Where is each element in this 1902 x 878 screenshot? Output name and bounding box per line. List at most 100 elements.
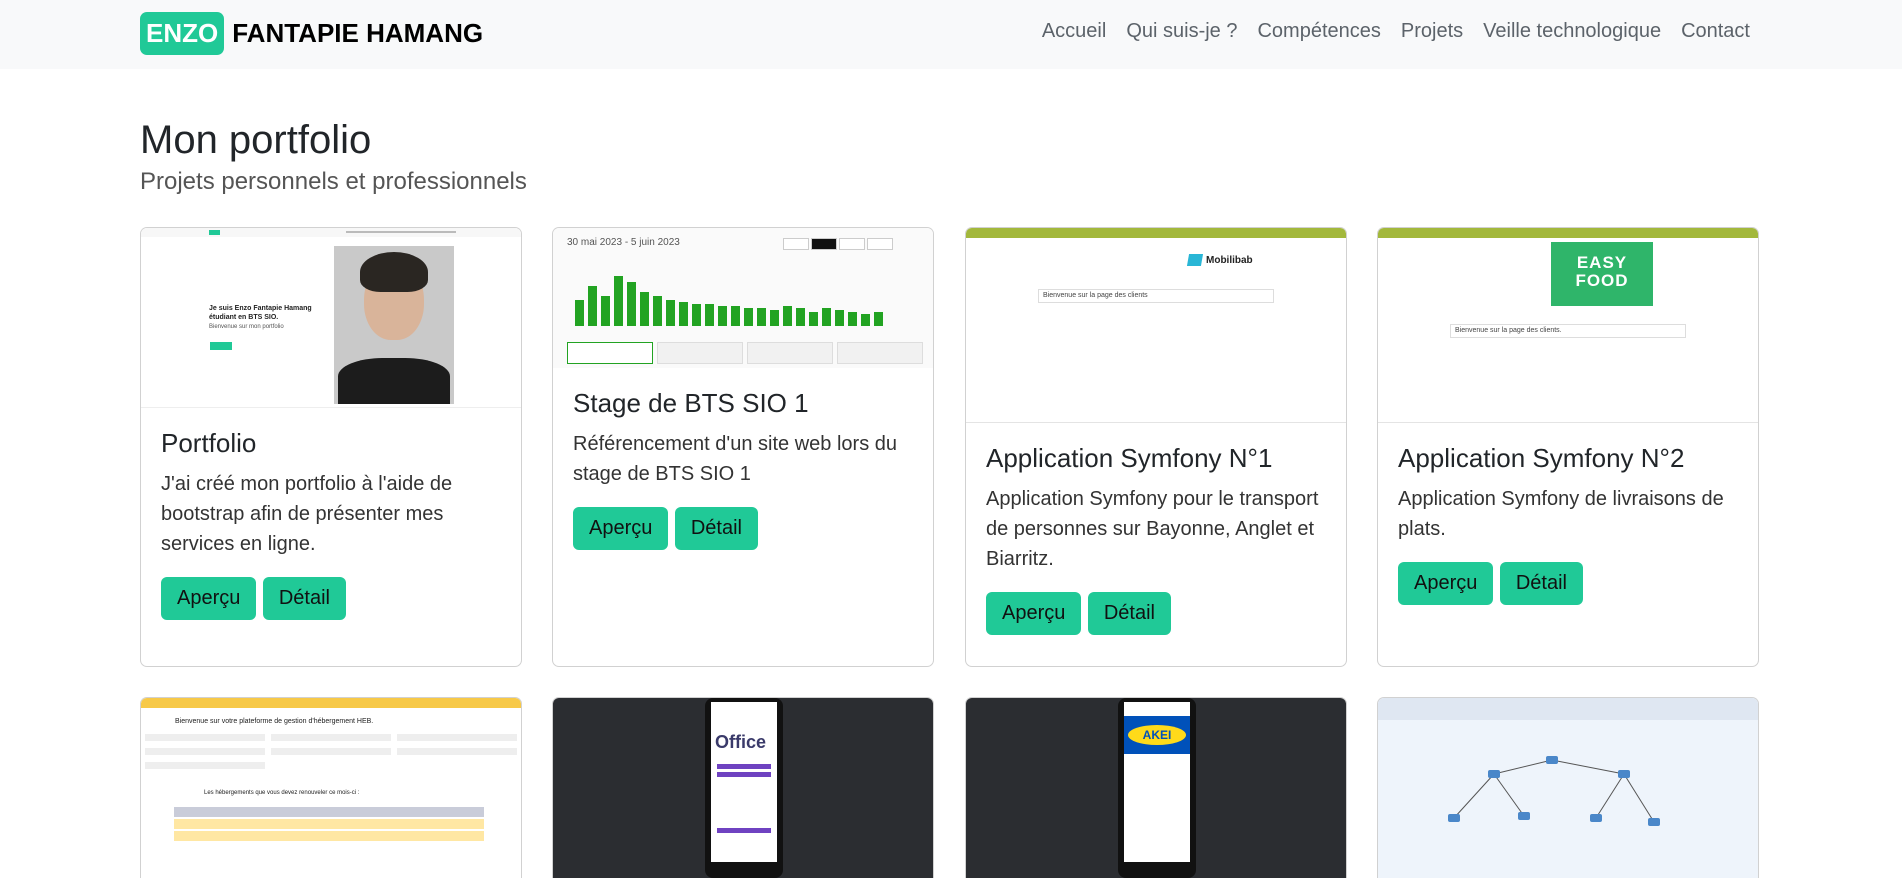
thumb-bar	[835, 310, 844, 326]
thumb-toolbar-button-active	[811, 238, 837, 250]
brand-logo[interactable]: ENZO FANTAPIE HAMANG	[140, 12, 483, 55]
thumb-bar	[588, 286, 597, 326]
thumb-navbar	[1378, 228, 1758, 238]
thumb-stat	[657, 342, 743, 364]
nav-link-competences[interactable]: Compétences	[1257, 20, 1380, 43]
thumb-brand	[209, 230, 220, 235]
thumb-bar	[692, 304, 701, 326]
thumb-bar	[653, 296, 662, 326]
thumb-subtitle: Les hébergements que vous devez renouvel…	[204, 790, 360, 796]
nav-link-veille[interactable]: Veille technologique	[1483, 20, 1661, 43]
thumb-bar	[601, 296, 610, 326]
thumb-bar	[717, 828, 771, 833]
thumb-stat	[567, 342, 653, 364]
thumb-cell	[397, 734, 517, 741]
brand-badge: ENZO	[140, 12, 225, 55]
thumb-bar	[744, 308, 753, 326]
thumb-headline: Je suis Enzo Fantapie Hamang étudiant en …	[209, 305, 312, 321]
easy-food-logo: EASY FOOD	[1551, 242, 1653, 306]
pc-icon	[1448, 814, 1460, 822]
apercu-button[interactable]: Aperçu	[1398, 562, 1494, 605]
detail-button[interactable]: Détail	[1087, 592, 1171, 635]
thumb-bar	[822, 308, 831, 326]
card-title: Application Symfony N°1	[986, 443, 1273, 473]
thumb-bar	[848, 312, 857, 326]
thumb-nav-links	[346, 231, 456, 233]
thumb-bar	[614, 276, 623, 326]
mobilibab-logo: Mobilibab	[1186, 254, 1253, 266]
thumb-bar	[874, 312, 883, 326]
thumb-navbar	[141, 698, 521, 708]
thumb-bar	[640, 292, 649, 326]
thumb-navbar	[966, 228, 1346, 238]
thumb-cell	[271, 748, 391, 755]
thumb-toolbar-button	[867, 238, 893, 250]
thumb-cell	[145, 762, 265, 769]
thumb-toolbar-button	[839, 238, 865, 250]
page-subtitle: Projets personnels et professionnels	[140, 168, 527, 195]
thumb-bar	[809, 312, 818, 326]
apercu-button[interactable]: Aperçu	[573, 507, 669, 550]
thumb-cell	[145, 748, 265, 755]
project-card-office: Office	[552, 697, 934, 878]
thumb-bar	[861, 314, 870, 326]
thumb-welcome-box: Bienvenue sur la page des clients.	[1450, 324, 1686, 338]
project-card-stage: 30 mai 2023 - 5 juin 2023 Stage de BTS S…	[552, 227, 934, 667]
thumb-title: Bienvenue sur votre plateforme de gestio…	[175, 718, 374, 725]
heb-thumbnail[interactable]: Bienvenue sur votre plateforme de gestio…	[141, 698, 521, 878]
mobilibab-thumbnail[interactable]: Mobilibab Bienvenue sur la page des clie…	[966, 228, 1346, 423]
detail-button[interactable]: Détail	[1499, 562, 1583, 605]
thumb-bar	[717, 764, 771, 769]
card-text: Application Symfony de livraisons de pla…	[1398, 488, 1724, 540]
thumb-bar	[731, 306, 740, 326]
office-thumbnail[interactable]: Office	[553, 698, 933, 878]
thumb-bar	[717, 772, 771, 777]
thumb-table-row	[174, 831, 484, 841]
thumb-stat	[747, 342, 833, 364]
nav-link-accueil[interactable]: Accueil	[1042, 20, 1106, 43]
apercu-button[interactable]: Aperçu	[161, 577, 257, 620]
network-thumbnail[interactable]	[1378, 698, 1758, 878]
akei-thumbnail[interactable]: AKEI	[966, 698, 1346, 878]
phone-mockup: AKEI	[1118, 698, 1196, 878]
card-title: Portfolio	[161, 428, 257, 458]
network-topology	[1453, 759, 1655, 823]
brand-name: FANTAPIE HAMANG	[232, 18, 484, 48]
thumb-date-range: 30 mai 2023 - 5 juin 2023	[567, 237, 680, 248]
card-text: Référencement d'un site web lors du stag…	[573, 433, 897, 485]
thumb-table-header	[174, 807, 484, 817]
profile-photo	[334, 246, 454, 404]
navbar: ENZO FANTAPIE HAMANG Accueil Qui suis-je…	[0, 0, 1902, 69]
switch-icon	[1618, 770, 1630, 778]
project-card-portfolio: Je suis Enzo Fantapie Hamang étudiant en …	[140, 227, 522, 667]
thumb-bar	[679, 302, 688, 326]
detail-button[interactable]: Détail	[674, 507, 758, 550]
pc-icon	[1648, 818, 1660, 826]
thumb-stat	[837, 342, 923, 364]
card-title: Stage de BTS SIO 1	[573, 388, 809, 418]
thumb-cell	[397, 748, 517, 755]
thumb-tagline: Bienvenue sur mon portfolio	[209, 324, 284, 330]
thumb-bar	[770, 310, 779, 326]
nav-link-contact[interactable]: Contact	[1681, 20, 1750, 43]
thumb-table-row	[174, 819, 484, 829]
thumb-cell	[271, 734, 391, 741]
project-card-symfony-1: Mobilibab Bienvenue sur la page des clie…	[965, 227, 1347, 667]
office-logo: Office	[715, 732, 767, 752]
thumb-bar	[627, 282, 636, 326]
detail-button[interactable]: Détail	[262, 577, 346, 620]
portfolio-thumbnail[interactable]: Je suis Enzo Fantapie Hamang étudiant en …	[141, 228, 521, 408]
thumb-bar	[796, 308, 805, 326]
apercu-button[interactable]: Aperçu	[986, 592, 1082, 635]
thumb-welcome-box: Bienvenue sur la page des clients	[1038, 289, 1274, 303]
project-card-heb: Bienvenue sur votre plateforme de gestio…	[140, 697, 522, 878]
analytics-thumbnail[interactable]: 30 mai 2023 - 5 juin 2023	[553, 228, 933, 368]
easy-food-thumbnail[interactable]: EASY FOOD Bienvenue sur la page des clien…	[1378, 228, 1758, 423]
nav-link-projets[interactable]: Projets	[1401, 20, 1463, 43]
thumb-bar	[575, 300, 584, 326]
router-icon	[1546, 756, 1558, 764]
card-text: Application Symfony pour le transport de…	[986, 488, 1319, 570]
nav-link-qui-suis-je[interactable]: Qui suis-je ?	[1126, 20, 1237, 43]
thumb-bar	[718, 306, 727, 326]
thumb-button	[210, 342, 232, 350]
